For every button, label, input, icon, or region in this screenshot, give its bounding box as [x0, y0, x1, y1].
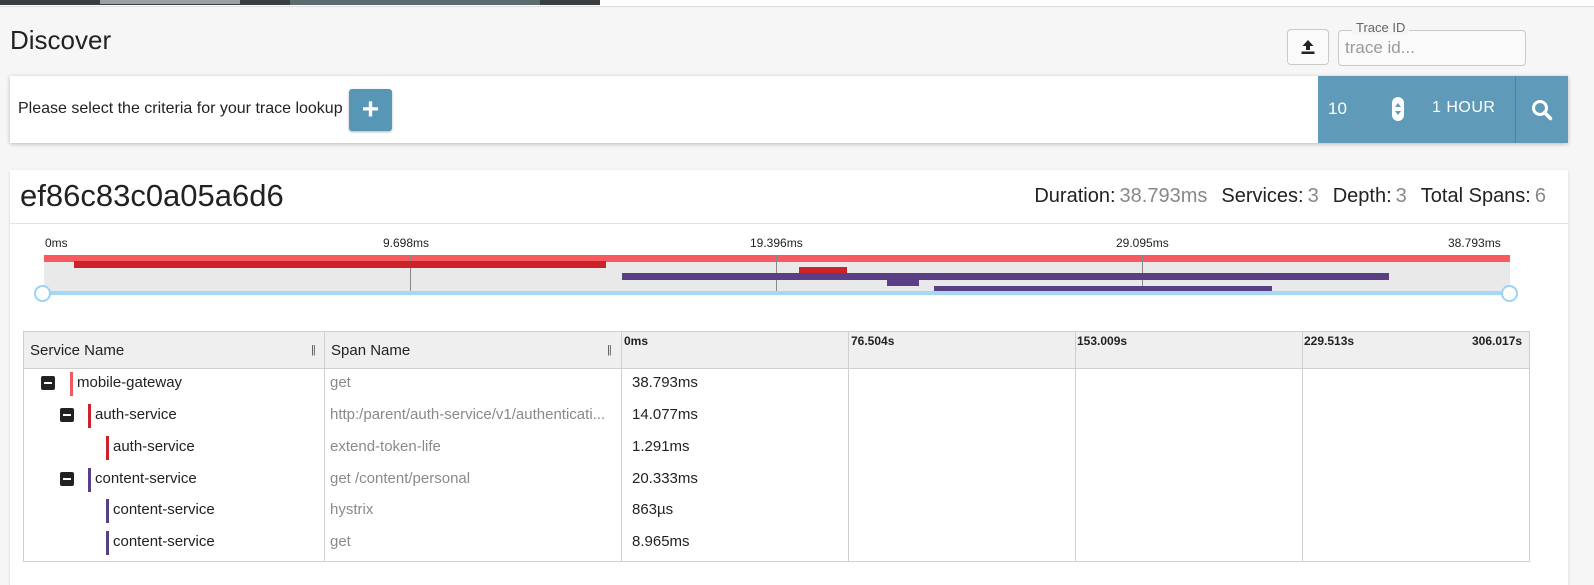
- span-name-header[interactable]: Span Name: [331, 332, 410, 369]
- minimap-tick: 0ms: [45, 236, 68, 250]
- service-name: content-service: [95, 470, 197, 487]
- table-row[interactable]: content-service hystrix 863µs: [24, 496, 1529, 528]
- table-row[interactable]: mobile-gateway get 38.793ms: [24, 369, 1529, 401]
- depth-value: 3: [1395, 185, 1407, 207]
- service-name: content-service: [113, 533, 215, 550]
- minimap-tick: 38.793ms: [1448, 236, 1501, 250]
- service-color-bar: [106, 499, 109, 523]
- service-name: mobile-gateway: [77, 374, 183, 391]
- range-start-handle[interactable]: [34, 285, 51, 302]
- collapse-toggle-icon[interactable]: [41, 376, 55, 390]
- span-duration: 863µs: [632, 501, 674, 518]
- trace-id-label: Trace ID: [1352, 20, 1410, 35]
- services-value: 3: [1307, 185, 1319, 207]
- depth-stat: Depth: 3: [1333, 185, 1407, 208]
- trace-id-field[interactable]: [1338, 30, 1526, 66]
- span-duration: 20.333ms: [632, 470, 698, 487]
- spans-stat: Total Spans: 6: [1421, 185, 1546, 208]
- service-color-bar: [88, 404, 91, 428]
- table-row[interactable]: auth-service extend-token-life 1.291ms: [24, 433, 1529, 465]
- limit-stepper-icon[interactable]: [1392, 97, 1404, 121]
- service-name: content-service: [113, 501, 215, 518]
- services-label: Services:: [1221, 185, 1304, 207]
- search-icon: [1532, 99, 1553, 120]
- spans-table: Service Name || Span Name || 0ms 76.504s…: [23, 331, 1530, 562]
- upload-icon: [1301, 40, 1315, 54]
- trace-minimap[interactable]: 0ms 9.698ms 19.396ms 29.095ms 38.793ms: [10, 224, 1568, 314]
- services-stat: Services: 3: [1221, 185, 1318, 208]
- span-name: get /content/personal: [330, 470, 471, 487]
- window-top-strip: [0, 0, 1594, 7]
- table-row[interactable]: content-service get /content/personal 20…: [24, 465, 1529, 497]
- upload-trace-button[interactable]: [1287, 29, 1329, 65]
- spans-value: 6: [1534, 185, 1546, 207]
- page-title: Discover: [10, 25, 112, 55]
- limit-value[interactable]: 10: [1328, 99, 1347, 119]
- timeline-tick: 306.017s: [1472, 334, 1523, 348]
- depth-label: Depth:: [1332, 185, 1392, 207]
- add-criteria-button[interactable]: +: [349, 89, 392, 131]
- table-row[interactable]: content-service get 8.965ms: [24, 528, 1529, 560]
- duration-stat: Duration: 38.793ms: [1034, 185, 1207, 208]
- service-name: auth-service: [95, 406, 177, 423]
- minimap-span-content: [622, 273, 1389, 280]
- span-duration: 8.965ms: [632, 533, 690, 550]
- minimap-span-hystrix: [887, 279, 919, 286]
- minimap-span-auth: [74, 261, 606, 268]
- minimap-tick: 19.396ms: [750, 236, 803, 250]
- service-color-bar: [106, 531, 109, 555]
- up-down-arrows-icon: [1395, 103, 1401, 115]
- trace-stats: Duration: 38.793ms Services: 3 Depth: 3 Tot…: [1034, 185, 1546, 208]
- top-strip-segment: [290, 0, 540, 5]
- criteria-prompt: Please select the criteria for your trac…: [18, 100, 343, 117]
- timeline-tick: 0ms: [624, 334, 649, 348]
- duration-value: 38.793ms: [1119, 185, 1208, 207]
- service-color-bar: [106, 436, 109, 460]
- span-duration: 1.291ms: [632, 438, 690, 455]
- search-button[interactable]: [1515, 76, 1568, 143]
- timeline-tick: 229.513s: [1304, 334, 1355, 348]
- duration-label: Duration:: [1034, 185, 1116, 207]
- span-duration: 14.077ms: [632, 406, 698, 423]
- column-resize-handle[interactable]: ||: [311, 344, 316, 356]
- range-end-handle[interactable]: [1501, 285, 1518, 302]
- spans-label: Total Spans:: [1420, 185, 1531, 207]
- collapse-toggle-icon[interactable]: [60, 472, 74, 486]
- query-controls: 10 1 HOUR: [1318, 76, 1568, 143]
- service-name-header[interactable]: Service Name: [30, 332, 124, 369]
- minimap-track: [44, 255, 1510, 291]
- time-range-select[interactable]: 1 HOUR: [1432, 99, 1495, 117]
- column-resize-handle[interactable]: ||: [607, 344, 612, 356]
- trace-id-heading: ef86c83c0a05a6d6: [20, 178, 284, 213]
- minimap-tick: 29.095ms: [1116, 236, 1169, 250]
- span-name: get: [330, 374, 351, 391]
- span-name: get: [330, 533, 351, 550]
- span-duration: 38.793ms: [632, 374, 698, 391]
- top-strip-segment: [100, 0, 240, 4]
- minimap-tick: 9.698ms: [383, 236, 430, 250]
- service-color-bar: [88, 468, 91, 492]
- span-name: hystrix: [330, 501, 374, 518]
- timeline-tick: 76.504s: [851, 334, 895, 348]
- span-name: extend-token-life: [330, 438, 441, 455]
- timeline-tick: 153.009s: [1077, 334, 1128, 348]
- trace-id-input[interactable]: [1345, 37, 1515, 59]
- table-row[interactable]: auth-service http:/parent/auth-service/v…: [24, 401, 1529, 433]
- criteria-bar: Please select the criteria for your trac…: [10, 76, 1568, 143]
- minimap-range-rail: [42, 291, 1510, 295]
- span-name: http:/parent/auth-service/v1/authenticat…: [330, 406, 606, 423]
- service-color-bar: [70, 372, 73, 396]
- table-header: Service Name || Span Name || 0ms 76.504s…: [24, 332, 1529, 369]
- service-name: auth-service: [113, 438, 195, 455]
- collapse-toggle-icon[interactable]: [60, 408, 74, 422]
